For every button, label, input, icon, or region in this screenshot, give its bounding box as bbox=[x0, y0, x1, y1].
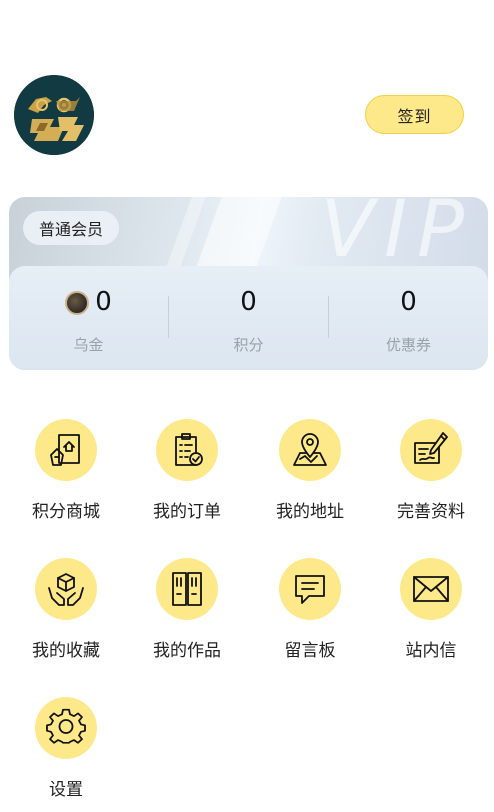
menu-item-settings[interactable]: 设置 bbox=[5, 697, 127, 807]
orders-clipboard-icon bbox=[175, 433, 203, 466]
works-book-icon bbox=[172, 572, 202, 606]
coins-label: 乌金 bbox=[73, 336, 104, 354]
menu-item-label: 站内信 bbox=[405, 641, 457, 661]
menu-item-label: 我的收藏 bbox=[32, 641, 100, 661]
stat-coupons[interactable]: 0 优惠券 bbox=[329, 266, 488, 370]
message-board-icon bbox=[295, 575, 325, 604]
menu-item-works[interactable]: 我的作品 bbox=[126, 558, 248, 668]
menu-item-collection[interactable]: 我的收藏 bbox=[5, 558, 127, 668]
menu-item-label: 设置 bbox=[49, 780, 83, 800]
stats-panel: 0 乌金 0 积分 0 优惠券 bbox=[9, 266, 488, 370]
coin-icon bbox=[65, 291, 90, 315]
menu-item-address[interactable]: 我的地址 bbox=[249, 419, 371, 529]
collection-hands-icon bbox=[48, 573, 84, 606]
points-label: 积分 bbox=[233, 336, 264, 354]
signin-button[interactable]: 签到 bbox=[365, 95, 464, 134]
menu-item-label: 我的作品 bbox=[153, 641, 221, 661]
edit-profile-icon bbox=[414, 432, 448, 464]
menu-item-label: 积分商城 bbox=[32, 502, 100, 522]
card-decoration bbox=[196, 197, 282, 267]
menu-item-label: 我的地址 bbox=[276, 502, 344, 522]
gear-icon bbox=[46, 708, 86, 744]
coupons-label: 优惠券 bbox=[385, 336, 431, 354]
vip-card: VIP 普通会员 0 乌金 0 积分 0 优惠券 bbox=[9, 197, 488, 370]
stat-points[interactable]: 0 积分 bbox=[169, 266, 328, 370]
avatar[interactable] bbox=[14, 75, 94, 155]
coins-value: 0 bbox=[95, 287, 112, 317]
stat-coins[interactable]: 0 乌金 bbox=[9, 266, 168, 370]
menu-item-points-mall[interactable]: 积分商城 bbox=[5, 419, 127, 529]
vip-watermark: VIP bbox=[320, 197, 474, 275]
menu-item-edit-profile[interactable]: 完善资料 bbox=[370, 419, 492, 529]
menu-item-label: 我的订单 bbox=[153, 502, 221, 522]
points-value: 0 bbox=[240, 287, 257, 317]
mail-envelope-icon bbox=[413, 576, 449, 602]
menu-item-inbox[interactable]: 站内信 bbox=[370, 558, 492, 668]
menu-item-orders[interactable]: 我的订单 bbox=[126, 419, 248, 529]
coupons-value: 0 bbox=[400, 287, 417, 317]
menu-item-message-board[interactable]: 留言板 bbox=[249, 558, 371, 668]
points-mall-icon bbox=[50, 434, 80, 466]
member-level-badge: 普通会员 bbox=[23, 211, 120, 245]
menu-item-label: 留言板 bbox=[284, 641, 336, 661]
menu-item-label: 完善资料 bbox=[397, 502, 465, 522]
avatar-logo-icon bbox=[14, 75, 94, 155]
map-pin-icon bbox=[293, 433, 327, 466]
